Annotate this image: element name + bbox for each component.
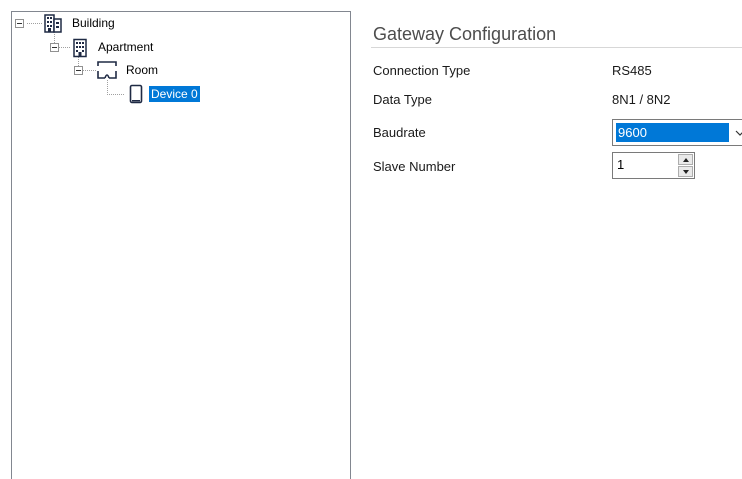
slave-number-label: Slave Number [373,159,456,174]
config-section-title: Gateway Configuration [373,24,557,44]
baudrate-selected-value: 9600 [616,123,729,142]
tree-node-label: Room [126,63,159,77]
stepper-buttons [678,154,693,177]
collapse-toggle-building[interactable] [15,19,24,28]
arrow-up-icon [683,158,689,162]
decrement-button[interactable] [678,166,693,177]
device-tree-panel[interactable]: Building Apartment Room Device 0 [11,11,351,479]
collapse-toggle-room[interactable] [74,66,83,75]
gateway-configuration-window: Building Apartment Room Device 0 Gateway… [0,0,742,479]
device-icon [128,84,144,109]
building-icon [43,13,63,38]
arrow-down-icon [683,170,689,174]
room-icon [96,60,118,85]
increment-button[interactable] [678,154,693,165]
tree-node-label-selected: Device 0 [149,86,200,102]
chevron-down-icon[interactable] [735,126,742,138]
slave-number-stepper[interactable]: 1 [612,152,695,179]
baudrate-label: Baudrate [373,125,426,140]
slave-number-value[interactable]: 1 [617,156,624,174]
collapse-toggle-apartment[interactable] [50,43,59,52]
apartment-icon [72,38,88,63]
tree-connector-lines [27,23,124,95]
baudrate-dropdown[interactable]: 9600 [612,119,742,146]
data-type-label: Data Type [373,92,433,107]
data-type-value: 8N1 / 8N2 [612,92,671,107]
connection-type-label: Connection Type [373,63,471,78]
tree-node-label: Apartment [98,40,154,54]
tree-node-label: Building [72,16,115,30]
section-divider [371,47,742,48]
connection-type-value: RS485 [612,63,652,78]
